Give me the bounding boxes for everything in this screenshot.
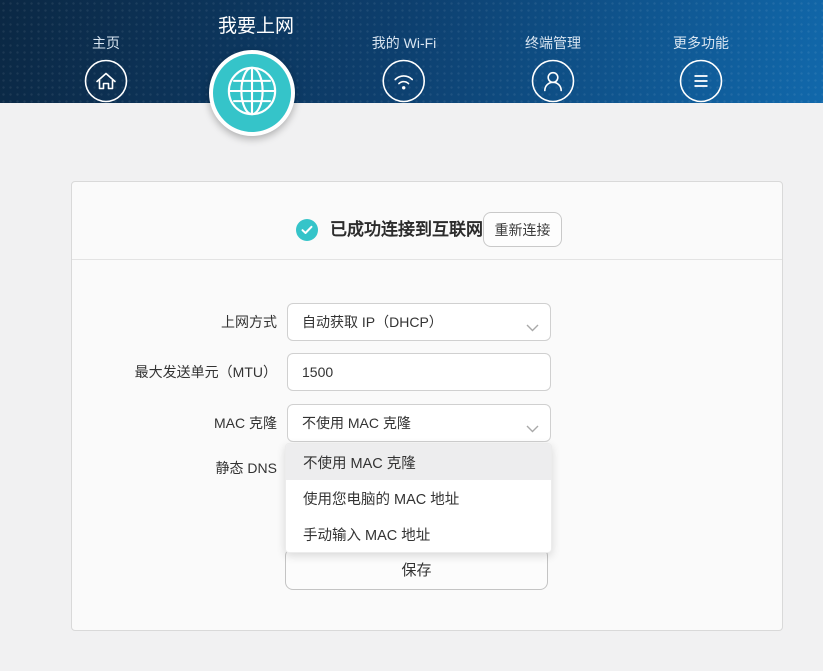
dropdown-option-manual-mac[interactable]: 手动输入 MAC 地址 [286,516,551,552]
nav-item-home-label: 主页 [84,34,128,52]
router-admin-page: 主页 我要上网 [0,0,823,671]
connection-type-select[interactable]: 自动获取 IP（DHCP） [287,303,551,341]
connection-status-text: 已成功连接到互联网 [330,219,483,241]
field-label-connection-type: 上网方式 [72,314,277,330]
wifi-icon [382,59,426,103]
nav-item-wifi[interactable]: 我的 Wi-Fi [372,34,437,103]
field-label-mtu: 最大发送单元（MTU） [72,364,277,380]
field-label-mac-clone: MAC 克隆 [72,415,277,431]
success-check-icon [296,219,318,241]
nav-item-devices-label: 终端管理 [525,34,581,52]
field-label-static-dns: 静态 DNS [72,460,277,476]
chevron-down-icon [526,319,539,335]
nav-item-internet[interactable] [209,50,295,136]
chevron-down-icon [526,420,539,436]
nav-item-internet-label: 我要上网 [218,15,294,39]
connection-type-value: 自动获取 IP（DHCP） [302,312,443,332]
save-button[interactable]: 保存 [285,548,548,590]
reconnect-button[interactable]: 重新连接 [483,212,562,247]
mac-clone-value: 不使用 MAC 克隆 [302,413,411,433]
nav-item-more-label: 更多功能 [673,34,729,52]
top-nav: 主页 我要上网 [0,0,823,103]
nav-item-more[interactable]: 更多功能 [673,34,729,103]
home-icon [84,59,128,103]
mac-clone-select[interactable]: 不使用 MAC 克隆 [287,404,551,442]
mtu-input[interactable]: 1500 [287,353,551,391]
mac-clone-dropdown: 不使用 MAC 克隆 使用您电脑的 MAC 地址 手动输入 MAC 地址 [285,443,552,553]
internet-settings-card: 已成功连接到互联网 重新连接 上网方式 自动获取 IP（DHCP） 最大发送单元… [71,181,783,631]
mtu-value: 1500 [302,364,333,380]
dropdown-option-use-computer-mac[interactable]: 使用您电脑的 MAC 地址 [286,480,551,516]
nav-item-wifi-label: 我的 Wi-Fi [372,34,437,52]
globe-icon [225,64,279,123]
menu-icon [679,59,723,103]
dropdown-option-no-mac-clone[interactable]: 不使用 MAC 克隆 [286,444,551,480]
nav-item-home[interactable]: 主页 [84,34,128,103]
user-icon [531,59,575,103]
status-divider [72,259,782,260]
nav-item-devices[interactable]: 终端管理 [525,34,581,103]
